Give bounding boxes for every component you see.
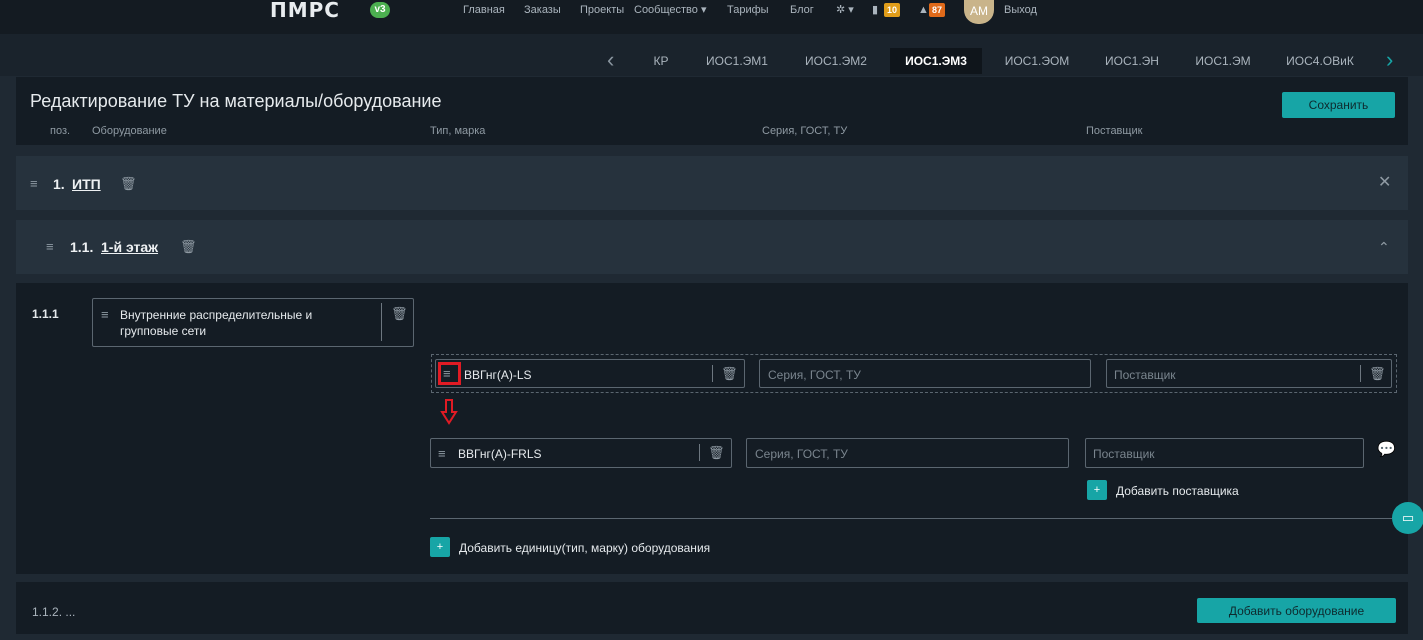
bell-icon[interactable]: ▲ <box>918 3 929 17</box>
column-header-series: Серия, ГОСТ, ТУ <box>762 125 848 137</box>
equipment-name: Внутренние распределительные и групповые… <box>120 308 313 338</box>
column-header-supplier: Поставщик <box>1086 125 1143 137</box>
messages-count-badge: 10 <box>884 3 901 17</box>
tab-ios1-en[interactable]: ИОС1.ЭН <box>1092 48 1172 74</box>
chat-icon[interactable]: ▮ <box>872 3 878 17</box>
series-placeholder: Серия, ГОСТ, ТУ <box>768 368 861 382</box>
column-header-type: Тип, марка <box>430 125 486 137</box>
tab-ios1-em2[interactable]: ИОС1.ЭМ2 <box>792 48 880 74</box>
trash-icon[interactable]: 🗑 <box>721 366 738 382</box>
folder-add-icon[interactable]: ▭ <box>1392 502 1423 534</box>
section-1-1 <box>16 220 1408 274</box>
tabs-prev-chevron-icon[interactable]: ‹ <box>607 46 614 74</box>
add-unit-plus-icon[interactable]: + <box>430 537 450 557</box>
item-position: 1.1.1 <box>32 307 59 321</box>
supplier-placeholder: Поставщик <box>1093 447 1155 461</box>
arrow-down-icon <box>440 399 458 425</box>
tabs-next-chevron-icon[interactable]: › <box>1386 46 1393 74</box>
drag-handle-icon[interactable]: ≡ <box>443 365 451 383</box>
type-value[interactable]: ВВГнг(А)-FRLS <box>458 446 542 462</box>
drag-handle-icon[interactable]: ≡ <box>46 238 54 256</box>
tab-ios1-eom[interactable]: ИОС1.ЭОМ <box>993 48 1081 74</box>
drag-handle-icon[interactable]: ≡ <box>101 306 109 324</box>
nav-community[interactable]: Сообщество ▾ <box>634 3 706 17</box>
next-position: 1.1.2. ... <box>32 605 76 619</box>
column-header-equipment: Оборудование <box>92 125 167 137</box>
supplier-placeholder: Поставщик <box>1114 368 1176 382</box>
notifications-count-badge: 87 <box>929 3 946 17</box>
section-1-1-number: 1.1. <box>70 239 94 255</box>
section-1 <box>16 156 1408 210</box>
divider <box>430 518 1392 519</box>
nav-tariffs[interactable]: Тарифы <box>727 3 769 17</box>
section-1-name[interactable]: ИТП <box>72 175 101 193</box>
logout-link[interactable]: Выход <box>1004 3 1037 17</box>
trash-icon[interactable]: 🗑 <box>180 239 197 255</box>
add-supplier-link[interactable]: Добавить поставщика <box>1116 483 1239 499</box>
chevron-up-icon[interactable]: ⌃ <box>1378 238 1390 256</box>
page-title: Редактирование ТУ на материалы/оборудова… <box>30 91 442 111</box>
divider <box>699 444 700 461</box>
nav-projects[interactable]: Проекты <box>580 3 624 17</box>
tab-ios1-em3[interactable]: ИОС1.ЭМ3 <box>890 48 982 74</box>
collapse-icon[interactable]: ✕ <box>1378 174 1391 192</box>
trash-icon[interactable]: 🗑 <box>708 445 725 461</box>
add-unit-link[interactable]: Добавить единицу(тип, марку) оборудовани… <box>459 540 710 556</box>
drag-handle-icon[interactable]: ≡ <box>438 445 446 463</box>
tab-ios1-em[interactable]: ИОС1.ЭМ <box>1183 48 1263 74</box>
top-navbar <box>0 0 1423 34</box>
divider <box>1360 365 1361 382</box>
comment-icon[interactable]: 💬 <box>1377 442 1396 458</box>
series-placeholder: Серия, ГОСТ, ТУ <box>755 447 848 461</box>
tab-ios1-em1[interactable]: ИОС1.ЭМ1 <box>693 48 781 74</box>
add-equipment-button[interactable]: Добавить оборудование <box>1197 598 1396 623</box>
nav-blog[interactable]: Блог <box>790 3 814 17</box>
save-button[interactable]: Сохранить <box>1282 92 1395 118</box>
divider <box>381 303 382 341</box>
nav-home[interactable]: Главная <box>463 3 505 17</box>
tab-kr[interactable]: КР <box>641 48 681 74</box>
drag-handle-icon[interactable]: ≡ <box>30 175 38 193</box>
tab-ios4-ovik[interactable]: ИОС4.ОВиК <box>1274 48 1366 74</box>
type-value[interactable]: ВВГнг(А)-LS <box>464 367 532 383</box>
version-badge: v3 <box>370 2 390 18</box>
section-1-number: 1. <box>53 176 65 192</box>
column-header-position: поз. <box>50 125 71 137</box>
section-1-1-name[interactable]: 1-й этаж <box>101 238 158 256</box>
settings-icon[interactable]: ✲ ▾ <box>836 3 854 17</box>
trash-icon[interactable]: 🗑 <box>120 176 137 192</box>
logo[interactable]: ПМРС <box>270 0 340 20</box>
add-supplier-plus-icon[interactable]: + <box>1087 480 1107 500</box>
nav-orders[interactable]: Заказы <box>524 3 561 17</box>
trash-icon[interactable]: 🗑 <box>391 306 408 322</box>
divider <box>712 365 713 382</box>
trash-icon[interactable]: 🗑 <box>1369 366 1386 382</box>
